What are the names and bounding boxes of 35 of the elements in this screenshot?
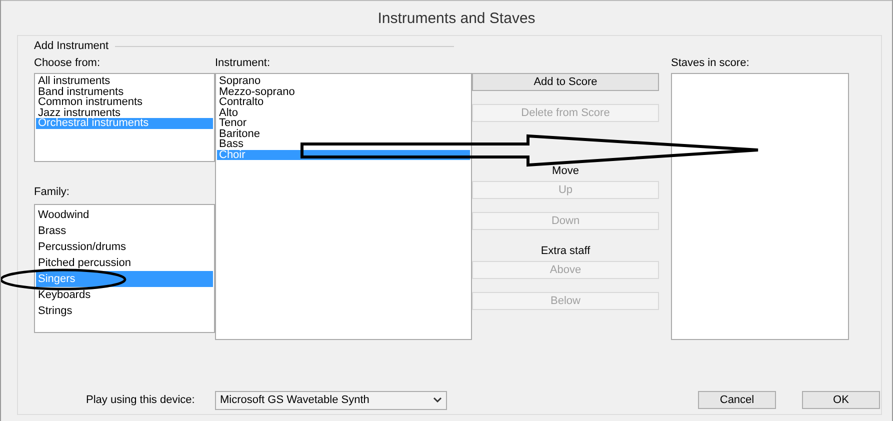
list-item[interactable]: Contralto — [217, 97, 470, 108]
list-item[interactable]: Percussion/drums — [36, 239, 213, 255]
list-item[interactable]: Pitched percussion — [36, 255, 213, 271]
list-item[interactable]: Common instruments — [36, 97, 213, 108]
section-label: Move — [551, 164, 580, 178]
list-box[interactable]: Soprano Mezzo-soprano Contralto Alto Tenor Baritone Bass Choir — [215, 73, 472, 340]
group-title: Add Instrument — [34, 40, 109, 52]
list-item[interactable]: Keyboards — [36, 287, 213, 303]
list-item[interactable]: Woodwind — [36, 207, 213, 223]
list-box[interactable]: All instruments Band instruments Common instruments Jazz instruments Orchestral instruments — [34, 73, 215, 162]
field-label: Choose from: — [34, 56, 102, 70]
section-label: Extra staff — [540, 244, 592, 258]
list-box[interactable] — [671, 73, 849, 340]
action-button[interactable]: Add to Score — [472, 73, 659, 91]
list-item[interactable]: Bass — [217, 139, 470, 150]
list-item[interactable]: Soprano — [217, 76, 470, 86]
list-box[interactable]: Woodwind Brass Percussion/drums Pitched percussion Singers Keyboards Strings — [34, 204, 215, 333]
list-item[interactable]: Jazz instruments — [36, 108, 213, 118]
dialog-button[interactable]: Cancel — [698, 391, 776, 409]
list-item[interactable]: Tenor — [217, 118, 470, 128]
field-label: Play using this device: — [86, 394, 196, 406]
list-item[interactable]: Brass — [36, 223, 213, 239]
field-label: Family: — [34, 185, 70, 199]
field-label: Instrument: — [215, 56, 272, 70]
device-dropdown[interactable]: Microsoft GS Wavetable Synth — [215, 390, 447, 410]
list-item[interactable]: Band instruments — [36, 86, 213, 97]
chevron-down-icon — [433, 397, 442, 403]
window-title: Instruments and Staves — [378, 10, 536, 26]
dialog-button[interactable]: OK — [802, 391, 880, 409]
list-item[interactable]: Strings — [36, 303, 213, 319]
list-item[interactable]: Baritone — [217, 128, 470, 139]
field-label: Staves in score: — [671, 56, 750, 70]
list-item[interactable]: All instruments — [36, 76, 213, 86]
list-item[interactable]: Alto — [217, 108, 470, 118]
list-item[interactable]: Mezzo-soprano — [217, 86, 470, 97]
